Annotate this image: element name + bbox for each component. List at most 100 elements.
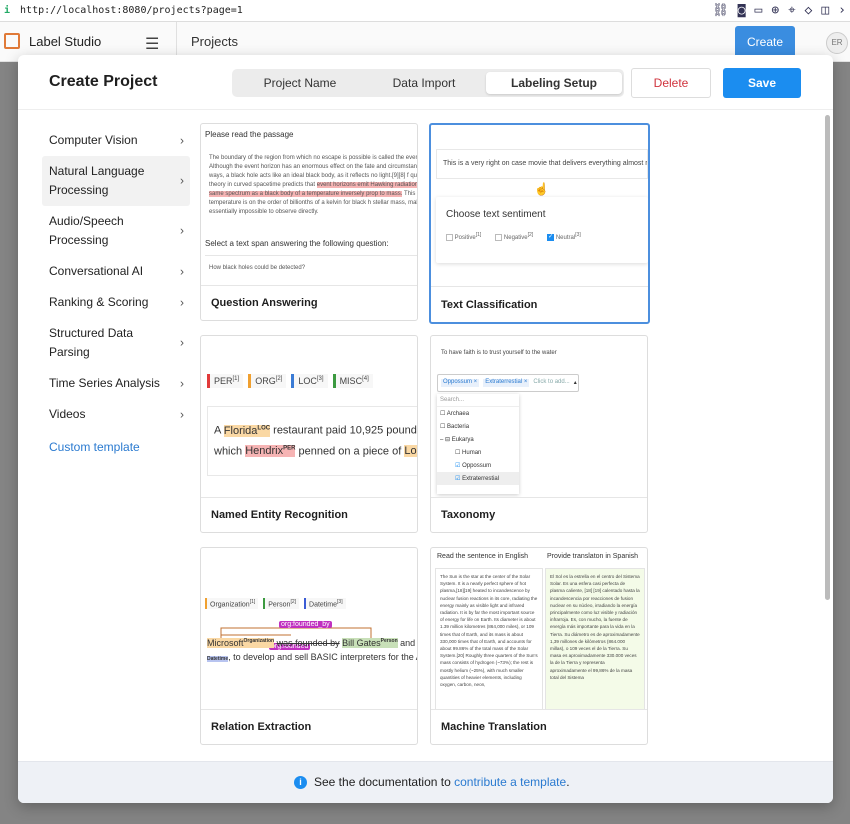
tax-item-archaea[interactable]: ☐ Archaea xyxy=(437,407,519,420)
sidebar-item-structured-data-parsing[interactable]: Structured Data Parsing › xyxy=(42,318,190,368)
option-label: Positive xyxy=(454,235,476,241)
template-preview: Organization[1] Person[2] Datetime[3] or… xyxy=(201,548,417,710)
tab-labeling-setup[interactable]: Labeling Setup xyxy=(486,72,622,94)
footer-text: See the documentation to xyxy=(314,775,451,789)
target-icon[interactable]: ⌖ xyxy=(788,3,795,18)
re-entity-person[interactable]: Bill GatesPerson xyxy=(342,638,398,648)
tax-item-label: Oppossum xyxy=(462,463,492,469)
label-key: [3] xyxy=(337,599,343,605)
page-title: Projects xyxy=(191,34,238,49)
tax-dropdown: Search... ☐ Archaea ☐ Bacteria – ⊟ Eukar… xyxy=(437,394,519,494)
ner-entity-per[interactable]: HendrixPER xyxy=(245,445,296,458)
re-relation-tag[interactable]: org:founded_by xyxy=(279,621,332,628)
template-card-named-entity-recognition[interactable]: PER[1] ORG[2] LOC[3] MISC[4] A FloridaLO… xyxy=(200,335,418,533)
entity-tag: Organization xyxy=(243,638,275,644)
label-name: MISC xyxy=(339,376,363,386)
template-card-machine-translation[interactable]: Read the sentence in English Provide tra… xyxy=(430,547,648,745)
tab-project-name[interactable]: Project Name xyxy=(236,72,364,94)
ner-label-per[interactable]: PER[1] xyxy=(207,374,244,388)
hamburger-menu-icon[interactable]: ☰ xyxy=(145,34,159,54)
entity-text: Microsoft xyxy=(207,638,244,648)
delete-button[interactable]: Delete xyxy=(631,68,711,98)
tax-chip[interactable]: Oppossum × xyxy=(441,379,480,387)
ner-text-span: which xyxy=(214,445,243,458)
re-entity-org[interactable]: MicrosoftOrganization xyxy=(207,638,275,648)
mt-translation-input[interactable]: El Sol es la estrella en el centro del S… xyxy=(545,568,645,709)
re-label-person[interactable]: Person[2] xyxy=(263,598,300,610)
option-label: Neutral xyxy=(555,235,576,241)
sidebar-item-audio-speech-processing[interactable]: Audio/Speech Processing › xyxy=(42,206,190,256)
re-label-datetime[interactable]: Datetime[3] xyxy=(304,598,346,610)
sidebar-item-label: Audio/Speech Processing xyxy=(49,214,124,247)
ner-entity-loc[interactable]: FloridaLOC xyxy=(223,424,271,437)
re-label-organization[interactable]: Organization[1] xyxy=(205,598,259,610)
checkbox-icon xyxy=(446,233,453,241)
ner-entity-org[interactable]: Lor xyxy=(404,445,417,458)
sidebar-item-label: Structured Data Parsing xyxy=(49,326,134,359)
modal-header: Create Project Project Name Data Import … xyxy=(18,55,833,110)
template-card-text-classification[interactable]: This is a very right on case movie that … xyxy=(429,123,650,324)
template-card-question-answering[interactable]: Please read the passage The boundary of … xyxy=(200,123,418,321)
template-title: Relation Extraction xyxy=(211,721,312,733)
template-title: Question Answering xyxy=(211,297,318,309)
option-positive[interactable]: Positive[1] xyxy=(446,232,481,241)
code-icon[interactable]: ◇ xyxy=(805,3,813,18)
label-name: Organization xyxy=(210,601,250,609)
sidebar-item-conversational-ai[interactable]: Conversational AI › xyxy=(42,256,190,287)
entity-tag: PER xyxy=(283,445,296,452)
re-entity-datetime[interactable]: Datetime xyxy=(207,656,229,662)
ner-label-misc[interactable]: MISC[4] xyxy=(332,374,373,388)
tax-select-input[interactable]: Oppossum × Extraterrestial × Click to ad… xyxy=(437,374,579,392)
template-card-relation-extraction[interactable]: Organization[1] Person[2] Datetime[3] or… xyxy=(200,547,418,745)
tax-item-oppossum[interactable]: ☑ Oppossum xyxy=(437,459,519,472)
qa-answer: How black holes could be detected? xyxy=(209,265,306,271)
tc-text: This is a very right on case movie that … xyxy=(436,149,648,179)
modal-footer: i See the documentation to contribute a … xyxy=(18,761,833,803)
link-icon[interactable]: ⛓ xyxy=(712,3,729,18)
ner-text: A FloridaLOC restaurant paid 10,925 poun… xyxy=(207,406,417,476)
tab-data-import[interactable]: Data Import xyxy=(364,72,484,94)
tax-chip[interactable]: Extraterrestial × xyxy=(483,379,530,387)
option-neutral[interactable]: ✓ Neutral[3] xyxy=(547,232,581,241)
avatar[interactable]: ER xyxy=(826,32,848,54)
chip-label: Oppossum xyxy=(443,379,473,385)
cursor-icon: ☝ xyxy=(534,182,549,196)
camera-icon[interactable]: ◙ xyxy=(738,3,746,18)
window-icon[interactable]: ▭ xyxy=(755,3,763,18)
tax-item-bacteria[interactable]: ☐ Bacteria xyxy=(437,420,519,433)
chip-label: Extraterrestial xyxy=(485,379,523,385)
sidebar-item-computer-vision[interactable]: Computer Vision › xyxy=(42,125,190,156)
caret-up-icon: ▴ xyxy=(573,380,577,386)
chevron-right-icon[interactable]: › xyxy=(838,3,846,18)
template-title: Machine Translation xyxy=(441,721,547,733)
tax-item-eukarya[interactable]: – ⊟ Eukarya xyxy=(437,433,519,446)
tax-item-human[interactable]: ☐ Human xyxy=(437,446,519,459)
save-button[interactable]: Save xyxy=(723,68,801,98)
split-view-icon[interactable]: ◫ xyxy=(821,3,829,18)
sidebar-item-videos[interactable]: Videos › xyxy=(42,399,190,430)
globe-icon[interactable]: ⊕ xyxy=(771,3,779,18)
custom-template-link[interactable]: Custom template xyxy=(49,440,140,454)
template-preview: Please read the passage The boundary of … xyxy=(201,124,417,286)
chevron-right-icon: › xyxy=(180,133,184,147)
chevron-right-icon: › xyxy=(180,223,184,238)
scrollbar[interactable] xyxy=(825,115,830,600)
contribute-template-link[interactable]: contribute a template xyxy=(454,775,566,789)
tax-item-extraterrestial[interactable]: ☑ Extraterrestial xyxy=(437,472,519,485)
sidebar-item-natural-language-processing[interactable]: Natural Language Processing › xyxy=(42,156,190,206)
entity-text: Florida xyxy=(223,424,258,437)
checkbox-checked-icon: ✓ xyxy=(547,233,555,241)
ner-label-org[interactable]: ORG[2] xyxy=(248,374,287,388)
option-key: [3] xyxy=(575,232,581,238)
create-button[interactable]: Create xyxy=(735,26,795,58)
url-text[interactable]: http://localhost:8080/projects?page=1 xyxy=(20,5,243,16)
template-card-taxonomy[interactable]: To have faith is to trust yourself to th… xyxy=(430,335,648,533)
option-negative[interactable]: Negative[2] xyxy=(495,232,533,241)
tax-search-input[interactable]: Search... xyxy=(437,394,519,407)
template-preview: PER[1] ORG[2] LOC[3] MISC[4] A FloridaLO… xyxy=(201,336,417,498)
mt-left-heading: Read the sentence in English xyxy=(437,553,529,560)
tc-prompt: Choose text sentiment xyxy=(446,209,546,220)
ner-label-loc[interactable]: LOC[3] xyxy=(291,374,328,388)
sidebar-item-ranking-scoring[interactable]: Ranking & Scoring › xyxy=(42,287,190,318)
sidebar-item-time-series-analysis[interactable]: Time Series Analysis › xyxy=(42,368,190,399)
